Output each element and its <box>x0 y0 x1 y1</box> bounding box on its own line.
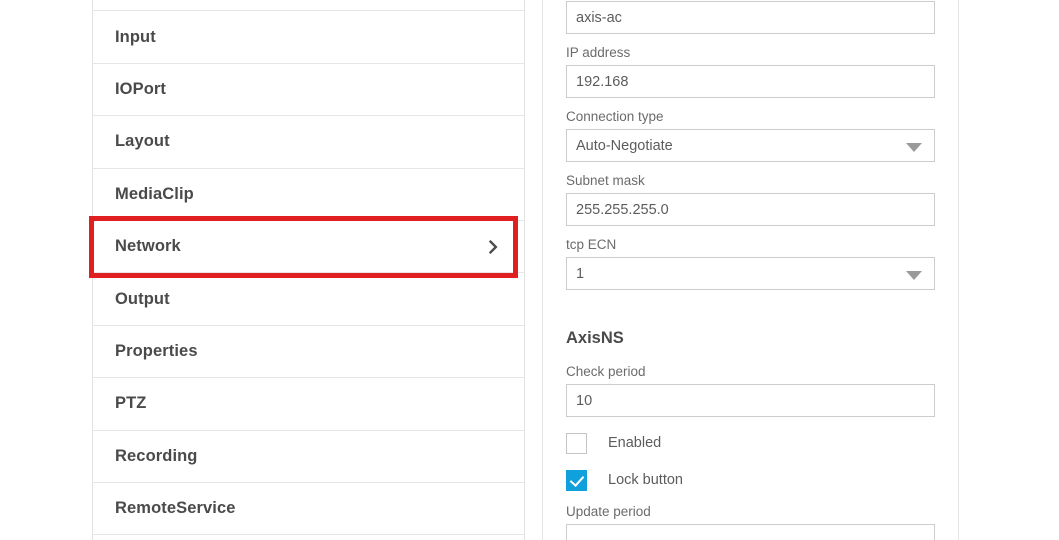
left-gutter <box>0 0 92 540</box>
sidebar-item-label: Network <box>115 237 181 256</box>
ip-address-label: IP address <box>566 45 631 60</box>
sidebar-item-label: Output <box>115 289 170 308</box>
hostname-input[interactable] <box>566 1 935 34</box>
field-update-period: Update period <box>566 504 935 540</box>
sidebar-item-label: MediaClip <box>115 184 194 203</box>
sidebar-item-network[interactable]: Network <box>93 220 524 274</box>
chevron-right-icon <box>486 239 500 254</box>
sidebar-item-label: Layout <box>115 132 170 151</box>
settings-category-list-inner: Input IOPort Layout MediaClip Network Ou… <box>93 0 524 536</box>
sidebar-item-output[interactable]: Output <box>93 273 524 326</box>
field-hostname <box>566 1 935 34</box>
check-period-input[interactable] <box>566 384 935 417</box>
sidebar-item-scrolled-partial[interactable] <box>93 0 524 12</box>
update-period-input[interactable] <box>566 524 935 540</box>
check-period-label: Check period <box>566 364 646 379</box>
tcp-ecn-label: tcp ECN <box>566 237 617 252</box>
field-check-period: Check period <box>566 364 935 417</box>
panel-gap <box>525 0 542 540</box>
sidebar-item-ioport[interactable]: IOPort <box>93 63 524 117</box>
sidebar-item-properties[interactable]: Properties <box>93 325 524 379</box>
tcp-ecn-select[interactable] <box>566 257 935 290</box>
sidebar-item-mediaclip[interactable]: MediaClip <box>93 168 524 221</box>
tcp-ecn-value[interactable] <box>566 257 935 290</box>
connection-type-value[interactable] <box>566 129 935 162</box>
lock-button-checkbox-label: Lock button <box>608 472 683 488</box>
subnet-mask-input[interactable] <box>566 193 935 226</box>
sidebar-item-label: Input <box>115 27 156 46</box>
sidebar-item-label: Properties <box>115 341 198 360</box>
sidebar-item-label: IOPort <box>115 79 167 98</box>
sidebar-item-remoteservice[interactable]: RemoteService <box>93 482 524 536</box>
right-gutter <box>959 0 1059 540</box>
checkbox-row-lock-button[interactable]: Lock button <box>566 467 935 493</box>
sidebar-item-label: RemoteService <box>115 499 236 518</box>
lock-button-checkbox[interactable] <box>566 469 587 491</box>
sidebar-item-layout[interactable]: Layout <box>93 116 524 169</box>
field-ip-address: IP address <box>566 45 935 98</box>
sidebar-item-label: Recording <box>115 446 198 465</box>
field-subnet-mask: Subnet mask <box>566 173 935 226</box>
connection-type-label: Connection type <box>566 109 664 124</box>
sidebar-item-label: PTZ <box>115 394 147 413</box>
checkbox-row-enabled[interactable]: Enabled <box>566 430 935 456</box>
field-connection-type: Connection type <box>566 109 935 162</box>
sidebar-item-recording[interactable]: Recording <box>93 430 524 483</box>
sidebar-item-ptz[interactable]: PTZ <box>93 378 524 431</box>
connection-type-select[interactable] <box>566 129 935 162</box>
network-settings-form: IP address Connection type Subnet mask t… <box>543 0 958 540</box>
settings-category-list: Input IOPort Layout MediaClip Network Ou… <box>92 0 525 540</box>
update-period-label: Update period <box>566 504 651 519</box>
enabled-checkbox[interactable] <box>566 432 587 454</box>
section-title-axisns: AxisNS <box>566 329 624 347</box>
subnet-mask-label: Subnet mask <box>566 173 645 188</box>
field-tcp-ecn: tcp ECN <box>566 237 935 290</box>
ip-address-input[interactable] <box>566 65 935 98</box>
enabled-checkbox-label: Enabled <box>608 435 662 451</box>
sidebar-item-input[interactable]: Input <box>93 11 524 64</box>
settings-screen: Input IOPort Layout MediaClip Network Ou… <box>0 0 1059 540</box>
